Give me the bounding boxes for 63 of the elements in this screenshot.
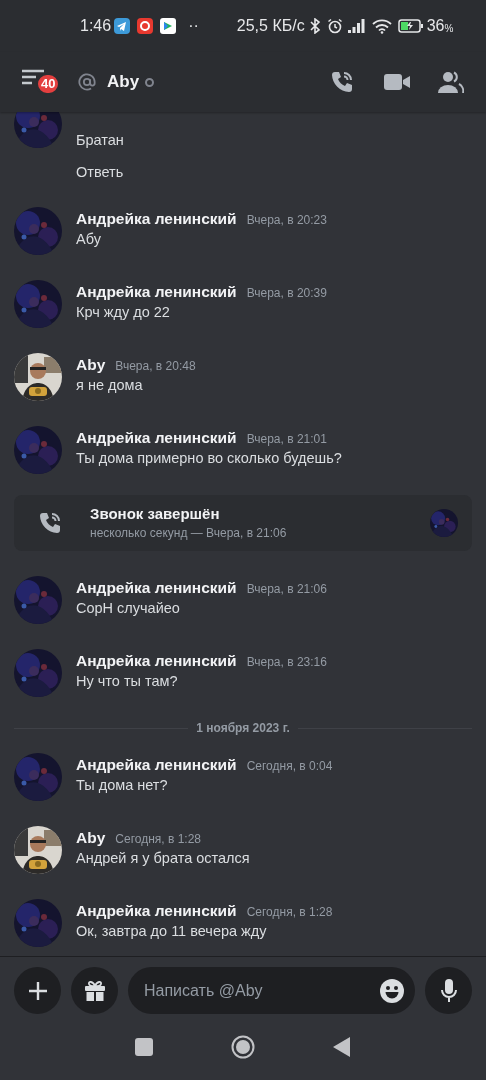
author-name: Андрейка ленинский — [76, 282, 237, 302]
battery-icon — [397, 19, 424, 33]
message-text: Ок, завтра до 11 вечера жду — [76, 922, 268, 941]
timestamp: Вчера, в 20:48 — [115, 358, 196, 375]
message-input[interactable]: Написать @Aby — [144, 978, 379, 1003]
author-name: Андрейка ленинский — [76, 209, 237, 229]
timestamp: Сегодня, в 0:04 — [246, 758, 333, 775]
author-name: Андрейка ленинский — [76, 578, 237, 598]
gift-icon — [82, 978, 107, 1003]
home-icon[interactable] — [231, 1035, 255, 1059]
channel-title: Aby — [107, 71, 140, 94]
message-text: Андрей я у брата остался — [76, 849, 250, 868]
battery-percent: 36 — [426, 16, 445, 36]
message-text: я не дома — [76, 376, 144, 395]
author-name: Андрейка ленинский — [76, 428, 237, 448]
bluetooth-icon — [307, 18, 322, 34]
date-label: 1 ноября 2023 г. — [195, 720, 291, 737]
phone-call-icon[interactable] — [330, 70, 354, 94]
wifi-icon — [371, 18, 392, 34]
members-icon[interactable] — [438, 71, 464, 93]
message-text: Крч жду до 22 — [76, 303, 171, 322]
more-notifications: ·· — [188, 16, 199, 36]
message-text: Абу — [76, 230, 102, 249]
timestamp: Вчера, в 21:06 — [246, 581, 327, 598]
timestamp: Сегодня, в 1:28 — [246, 904, 333, 921]
app-icon — [137, 18, 154, 34]
message-text: Ну что ты там? — [76, 672, 179, 691]
add-button[interactable] — [14, 967, 61, 1014]
author-name: Андрейка ленинский — [76, 651, 237, 671]
video-camera-icon[interactable] — [384, 73, 410, 91]
percent-sign: % — [444, 22, 454, 36]
at-sign-icon — [78, 73, 96, 91]
timestamp: Сегодня, в 1:28 — [115, 831, 202, 848]
unread-badge: 40 — [36, 73, 61, 95]
signal-icon — [347, 19, 366, 33]
emoji-icon[interactable] — [379, 977, 405, 1004]
gift-button[interactable] — [71, 967, 118, 1014]
message-text: СорН случайео — [76, 599, 181, 618]
message-field[interactable]: Написать @Aby — [128, 967, 415, 1014]
author-name: Aby — [76, 355, 106, 375]
plus-icon — [28, 981, 47, 1000]
timestamp: Вчера, в 21:01 — [246, 431, 327, 448]
status-time: 1:46 — [80, 16, 112, 36]
games-icon — [160, 18, 177, 34]
timestamp: Вчера, в 20:23 — [246, 212, 327, 229]
author-name: Aby — [76, 828, 106, 848]
phone-call-icon — [38, 511, 62, 535]
author-name: Андрейка ленинский — [76, 755, 237, 775]
microphone-icon — [440, 978, 457, 1003]
call-details: несколько секунд — Вчера, в 21:06 — [90, 525, 288, 542]
microphone-button[interactable] — [425, 967, 472, 1014]
call-title: Звонок завершён — [90, 504, 221, 524]
author-name: Андрейка ленинский — [76, 901, 237, 921]
timestamp: Вчера, в 20:39 — [246, 285, 327, 302]
telegram-icon — [114, 18, 131, 34]
message-text: Ответь — [76, 163, 124, 182]
message-text: Ты дома примерно во сколько будешь? — [76, 449, 342, 468]
network-speed: 25,5 КБ/с — [236, 16, 305, 36]
message-text: Братан — [76, 131, 124, 150]
timestamp: Вчера, в 23:16 — [246, 654, 327, 671]
alarm-icon — [326, 18, 343, 34]
back-icon[interactable] — [333, 1037, 351, 1057]
message-text: Ты дома нет? — [76, 776, 169, 795]
